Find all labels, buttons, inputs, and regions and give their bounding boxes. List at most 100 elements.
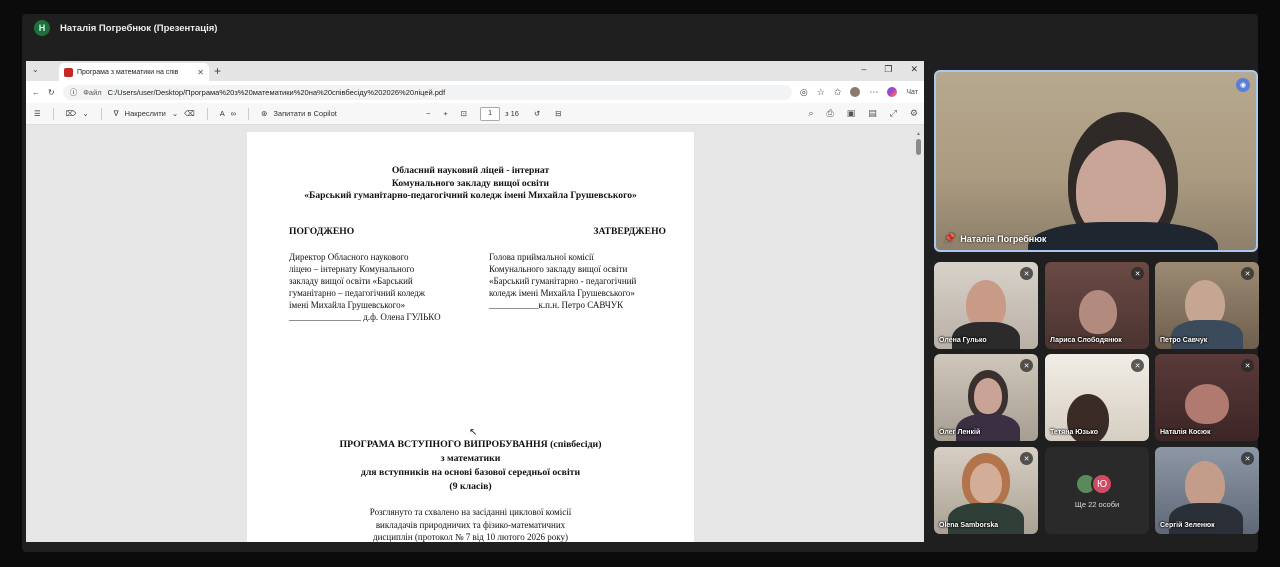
chevron-down-icon[interactable]: ⌄ [172, 109, 178, 118]
rotate-icon[interactable]: ↺ [534, 109, 540, 118]
program-grade: (9 класів) [449, 481, 492, 492]
fullscreen-icon[interactable]: ⤢ [890, 108, 897, 119]
org-line: Комунального закладу вищої освіти [391, 177, 550, 189]
eraser-icon[interactable]: ⌫ [184, 109, 195, 118]
favorites-icon[interactable]: ✩ [834, 87, 842, 98]
signature-line: ___________к.п.н. Петро САВЧУК [489, 300, 624, 310]
draw-label[interactable]: Накреслити [125, 109, 166, 118]
search-icon[interactable]: ⌕ [808, 108, 813, 119]
signature-line: ________________ д.ф. Олена ГУЛЬКО [289, 312, 441, 322]
participant-tile[interactable]: ✕ Наталія Косюк [1155, 354, 1259, 441]
presenter-name-label: 📌 Наталія Погребнюк [944, 233, 1046, 244]
tab-pdf[interactable]: Програма з математики на спів ✕ [59, 63, 209, 81]
participant-name: Olena Samborska [939, 522, 999, 529]
participant-name: Олена Гулько [939, 337, 987, 344]
draw-icon[interactable]: ∇ [114, 109, 119, 118]
mouse-cursor-icon: ↖ [469, 427, 478, 438]
save-icon[interactable]: ▣ [847, 108, 856, 119]
participant-name: Петро Савчук [1160, 337, 1208, 344]
participant-tile[interactable]: ✕ Сергій Зеленюк [1155, 447, 1259, 534]
participant-tile[interactable]: ✕ Олег Ленкій [934, 354, 1038, 441]
mic-off-icon: ✕ [1131, 267, 1144, 280]
fit-page-icon[interactable]: ⊡ [461, 109, 467, 118]
participant-tile[interactable]: ✕ Петро Савчук [1155, 262, 1259, 349]
copilot-ask-label[interactable]: Запитати в Copilot [273, 109, 336, 118]
new-tab-button[interactable]: + [214, 64, 221, 78]
text-icon[interactable]: A [220, 109, 225, 118]
address-row: ← ↻ ⓘ Файл C:/Users/user/Desktop/Програм… [26, 81, 924, 103]
read-aloud-icon[interactable]: ∞ [231, 109, 236, 118]
favorite-star-icon[interactable]: ☆ [817, 87, 825, 98]
text-line: імені Михайла Грушевського» [289, 300, 406, 310]
program-title-block: ПРОГРАМА ВСТУПНОГО ВИПРОБУВАННЯ (співбес… [247, 438, 694, 494]
text-line: «Барський гуманітарно - педагогічний [489, 276, 637, 286]
restore-icon[interactable]: ❐ [884, 64, 892, 75]
org-line: «Барський гуманітарно-педагогічний колед… [304, 190, 637, 201]
address-scheme-label: Файл [83, 87, 102, 97]
participant-tile[interactable]: ✕ Тетяна Юзько [1045, 354, 1149, 441]
text-line: Комунального закладу вищої освіти [489, 264, 628, 274]
read-aloud-icon[interactable]: ◎ [800, 87, 808, 98]
presenter-name: Наталія Погребнюк [960, 233, 1047, 244]
highlight-icon[interactable]: ⌦ [66, 109, 77, 118]
minimize-icon[interactable]: – [861, 64, 866, 75]
participant-tile[interactable]: ✕ Лариса Слободянюк [1045, 262, 1149, 349]
presenter-video-tile[interactable]: ◉ 📌 Наталія Погребнюк [934, 70, 1258, 252]
zoom-in-icon[interactable]: + [443, 109, 447, 118]
pdf-icon [64, 67, 73, 77]
page-total: з 16 [505, 109, 519, 118]
pdf-page: Обласний науковий ліцей - інтернат Комун… [247, 132, 694, 542]
mic-off-icon: ✕ [1020, 359, 1033, 372]
close-icon[interactable]: ✕ [910, 64, 918, 75]
zoom-out-icon[interactable]: − [426, 109, 430, 118]
scrollbar-thumb[interactable] [916, 139, 921, 155]
contents-icon[interactable]: ☰ [34, 109, 41, 118]
vertical-scrollbar[interactable]: ▲ [916, 131, 922, 536]
presenter-avatar: Н [34, 20, 50, 36]
participant-name: Наталія Косюк [1160, 429, 1211, 436]
close-tab-icon[interactable]: ✕ [197, 68, 204, 77]
pin-icon[interactable]: 📌 [944, 233, 955, 244]
address-actions: ◎ ☆ ✩ ⋯ Чат [800, 87, 918, 98]
mic-off-icon: ✕ [1241, 267, 1254, 280]
participant-tile[interactable]: ✕ Олена Гулько [934, 262, 1038, 349]
participant-tile[interactable]: ✕ Olena Samborska [934, 447, 1038, 534]
save-as-icon[interactable]: ▤ [868, 108, 877, 119]
settings-gear-icon[interactable]: ⚙ [910, 108, 918, 119]
chat-label[interactable]: Чат [906, 89, 918, 96]
tab-strip: ⌄ Програма з математики на спів ✕ + – ❐ … [26, 61, 924, 81]
back-icon[interactable]: ← [32, 88, 40, 97]
text-line: гуманітарно – педагогічний коледж [289, 288, 425, 298]
profile-avatar[interactable] [850, 87, 861, 97]
copilot-icon[interactable] [887, 87, 898, 97]
page-view-icon[interactable]: ⊟ [555, 109, 561, 118]
info-icon: ⓘ [69, 87, 78, 97]
scroll-up-icon[interactable]: ▲ [916, 131, 921, 137]
refresh-icon[interactable]: ↻ [48, 88, 55, 97]
chevron-down-icon[interactable]: ⌄ [82, 109, 88, 118]
more-icon[interactable]: ⋯ [869, 87, 878, 98]
agreed-block: Директор Обласного наукового ліцею – інт… [289, 251, 489, 323]
more-participants-avatars: Ю [1075, 473, 1113, 495]
address-bar[interactable]: ⓘ Файл C:/Users/user/Desktop/Програма%20… [62, 84, 792, 100]
participant-name: Тетяна Юзько [1050, 429, 1098, 436]
program-subject: з математики [440, 453, 501, 464]
tab-actions-icon[interactable]: ⌄ [32, 65, 39, 74]
pdf-right-tools: ⌕ ⎙ ▣ ▤ ⤢ ⚙ [808, 108, 918, 119]
organization-header: Обласний науковий ліцей - інтернат Комун… [247, 165, 694, 203]
text-line: викладачів природничих та фізико-математ… [375, 519, 566, 530]
text-line: Директор Обласного наукового [289, 252, 409, 262]
tab-title: Програма з математики на спів [77, 68, 179, 76]
print-icon[interactable]: ⎙ [826, 108, 833, 119]
more-participants-tile[interactable]: Ю Ще 22 особи [1045, 447, 1149, 534]
copilot-icon[interactable]: ⊛ [261, 109, 267, 118]
mic-off-icon: ✕ [1020, 267, 1033, 280]
participant-name: Сергій Зеленюк [1160, 522, 1215, 529]
approved-heading: ЗАТВЕРДЖЕНО [593, 226, 666, 237]
meeting-header: Н Наталія Погребнюк (Презентація) [22, 14, 1258, 42]
page-number-input[interactable]: 1 [480, 106, 501, 121]
participant-name: Лариса Слободянюк [1050, 337, 1122, 344]
page-navigator: − + ⊡ 1 з 16 ↺ ⊟ [426, 106, 562, 121]
pdf-viewer[interactable]: Обласний науковий ліцей - інтернат Комун… [26, 125, 924, 542]
text-line: коледж імені Михайла Грушевського» [489, 288, 635, 298]
